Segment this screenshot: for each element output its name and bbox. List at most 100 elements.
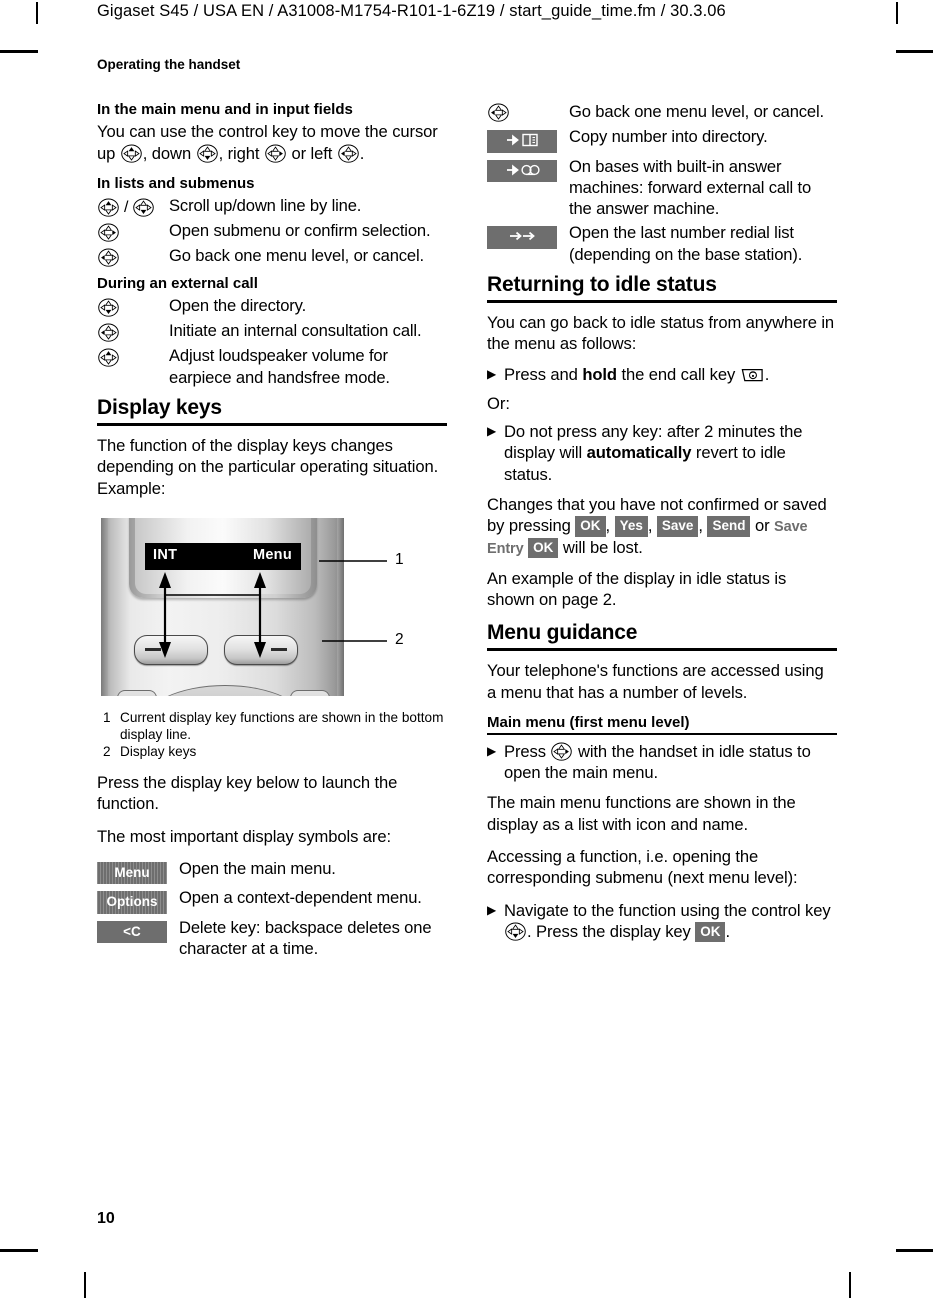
key-cell — [97, 220, 169, 242]
control-key-down-icon — [196, 144, 219, 163]
crop-mark-top-left-horizontal — [0, 50, 38, 53]
crop-mark-bottom-left-vertical — [84, 1272, 86, 1298]
crop-mark-top-right-vertical — [896, 2, 898, 24]
control-key-down-icon — [504, 922, 527, 941]
control-key-up-icon — [97, 348, 120, 368]
paragraph-idle-intro: You can go back to idle status from anyw… — [487, 313, 835, 354]
arrow-to-directory-icon — [507, 133, 538, 147]
section-rule — [487, 648, 837, 652]
text-frag-6: . — [359, 143, 365, 163]
bullet-frag-2: . Press the display key — [527, 921, 691, 941]
inline-badge-ok-3[interactable]: OK — [695, 921, 726, 943]
control-key-left-icon — [337, 144, 360, 163]
control-key-up-icon — [97, 198, 120, 217]
bullet-text: Press with the handset in idle status to… — [504, 741, 837, 784]
or-label: Or: — [487, 394, 511, 414]
symbol-row-redial-list: Open the last number redial list (depend… — [487, 222, 837, 265]
text-frag-4: , right — [218, 143, 260, 163]
symbol-row-options: Options Open a context-dependent menu. — [97, 887, 447, 914]
inline-badge-yes[interactable]: Yes — [614, 516, 648, 537]
bullet-frag-2: the end call key — [621, 364, 736, 384]
heading-menu-guidance: Menu guidance — [487, 621, 638, 645]
symbol-row-delete: <C Delete key: backspace deletes one cha… — [97, 917, 447, 960]
control-key-right-icon — [550, 742, 573, 761]
bullet-frag-1: Press — [504, 741, 546, 761]
caption-item: 1 Current display key functions are show… — [97, 710, 447, 744]
changes-frag-2: or — [754, 516, 770, 536]
definition-text: On bases with built-in answer machines: … — [569, 156, 812, 219]
inline-badge-ok-2[interactable]: OK — [528, 537, 559, 559]
arrow-to-answer-machine-icon — [507, 164, 540, 175]
bullet-text: Navigate to the function using the contr… — [504, 900, 837, 943]
inline-badge-send[interactable]: Send — [707, 516, 751, 537]
section-rule — [487, 300, 837, 304]
softkey-badge-answer-machine[interactable] — [487, 159, 557, 182]
paragraph-control-key-movement: You can use the control key to move the … — [97, 121, 447, 164]
text-frag-1: You can use the control key to move the — [97, 122, 388, 142]
softkey-badge-delete[interactable]: <C — [97, 920, 167, 944]
bullet-press-control-key: ▶ Press with the handset in idle status … — [487, 741, 837, 784]
paragraph-most-important-symbols: The most important display symbols are: — [97, 826, 391, 846]
bullet-triangle-icon: ▶ — [487, 743, 497, 758]
key-cell — [97, 295, 169, 318]
definition-text: Open the directory. — [169, 296, 307, 316]
paragraph-example-idle-display: An example of the display in idle status… — [487, 568, 787, 609]
manual-page: Gigaset S45 / USA EN / A31008-M1754-R101… — [0, 0, 933, 1301]
heading-display-keys: Display keys — [97, 396, 222, 419]
bullet-frag-1: Press and — [504, 364, 578, 384]
caption-text: Display keys — [120, 744, 197, 759]
definition-row-go-back: Go back one menu level, or cancel. — [97, 245, 447, 267]
definition-text: Delete key: backspace deletes one charac… — [179, 917, 432, 959]
softkey-badge-menu[interactable]: Menu — [97, 861, 167, 885]
bullet-text: Press and hold the end call key . — [504, 364, 837, 385]
bullet-text: Do not press any key: after 2 minutes th… — [504, 421, 837, 485]
key-cell: / — [97, 195, 169, 217]
heading-external-call: During an external call — [97, 275, 258, 293]
crop-mark-bottom-right-horizontal — [896, 1249, 933, 1252]
definition-text: Copy number into directory. — [569, 127, 768, 146]
control-key-left-icon — [97, 323, 120, 343]
definition-row-loudspeaker-volume: Adjust loudspeaker volume for earpiece a… — [97, 345, 447, 388]
softkey-badge-options[interactable]: Options — [97, 891, 167, 914]
definition-row-open-directory: Open the directory. — [97, 295, 447, 318]
bullet-navigate-to-function: ▶ Navigate to the function using the con… — [487, 900, 837, 943]
key-separator: / — [124, 198, 129, 216]
definition-row-internal-consultation: Initiate an internal consultation call. — [97, 320, 447, 343]
handset-display-keys-figure: INT Menu 1 2 — [97, 510, 447, 702]
subsection-rule — [487, 733, 837, 735]
softkey-badge-redial[interactable] — [487, 226, 557, 249]
paragraph-menu-guidance-intro: Your telephone's functions are accessed … — [487, 661, 824, 702]
symbol-row-menu: Menu Open the main menu. — [97, 858, 447, 885]
bullet-triangle-icon: ▶ — [487, 366, 497, 381]
inline-badge-save[interactable]: Save — [656, 516, 699, 537]
caption-text: Current display key functions are shown … — [120, 710, 444, 743]
bullet-triangle-icon: ▶ — [487, 424, 497, 439]
end-call-key-icon — [740, 366, 765, 384]
badge-cell: Options — [97, 887, 179, 914]
symbol-row-forward-to-answer-machine: On bases with built-in answer machines: … — [487, 156, 837, 220]
definition-text: Go back one menu level, or cancel. — [569, 102, 825, 121]
bullet-triangle-icon: ▶ — [487, 902, 497, 917]
text-frag-5: or left — [291, 143, 333, 163]
inline-badge-ok[interactable]: OK — [575, 516, 606, 537]
page-number: 10 — [97, 1210, 115, 1227]
definition-row-open-submenu: Open submenu or confirm selection. — [97, 220, 447, 242]
bullet-frag-3: . — [725, 921, 730, 941]
paragraph-accessing-function: Accessing a function, i.e. opening the c… — [487, 846, 798, 888]
control-key-right-icon — [264, 144, 287, 163]
control-key-right-icon — [97, 223, 120, 242]
heading-returning-idle-status: Returning to idle status — [487, 273, 717, 297]
control-key-down-icon — [132, 198, 155, 217]
crop-mark-bottom-left-horizontal — [0, 1249, 38, 1252]
softkey-badge-copy-to-directory[interactable] — [487, 130, 557, 153]
figure-callout-2: 2 — [395, 631, 404, 649]
key-cell — [97, 345, 169, 368]
key-cell — [97, 320, 169, 343]
right-column: Go back one menu level, or cancel. Copy … — [487, 101, 837, 951]
figure-callout-1: 1 — [395, 551, 404, 569]
control-key-left-icon — [97, 248, 120, 267]
bullet-frag-bold: automatically — [586, 443, 692, 463]
definition-text: Open the last number redial list (depend… — [569, 223, 803, 264]
crop-mark-top-right-horizontal — [896, 50, 933, 53]
paragraph-main-menu-functions: The main menu functions are shown in the… — [487, 793, 796, 834]
